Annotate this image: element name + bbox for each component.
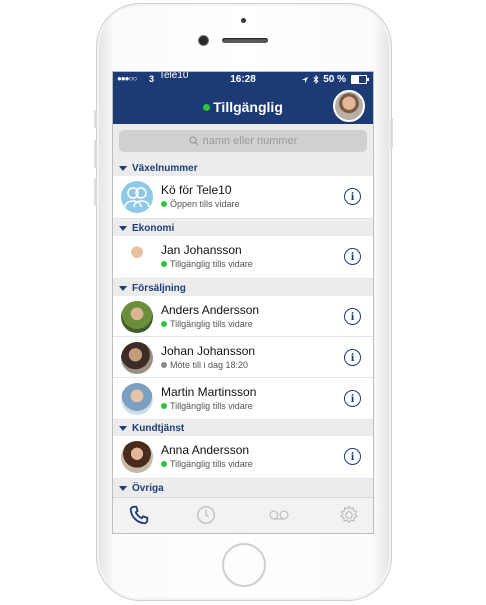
- contact-status: Öppen tills vidare: [161, 199, 240, 209]
- presence-label: Tillgänglig: [213, 99, 283, 115]
- status-dot-icon: [161, 403, 167, 409]
- status-dot-icon: [161, 321, 167, 327]
- search-bar: namn eller nummer: [113, 124, 373, 158]
- collapse-caret-icon: [119, 226, 127, 231]
- home-button[interactable]: [222, 543, 266, 587]
- clock-icon: [197, 506, 215, 524]
- gear-icon: [340, 505, 358, 524]
- contact-row[interactable]: Kö för Tele10 Öppen tills vidare i: [113, 176, 373, 219]
- tab-phone[interactable]: [127, 504, 151, 526]
- status-dot-icon: [161, 201, 167, 207]
- screen: ●●●○○ 3 Tele10 16:28 50 % Tillgänglig na…: [112, 71, 374, 534]
- info-button[interactable]: i: [344, 188, 361, 205]
- bluetooth-icon: [313, 75, 319, 84]
- contact-row[interactable]: Jan Johansson Tillgänglig tills vidare i: [113, 236, 373, 279]
- queue-group-icon: [124, 187, 150, 208]
- contact-name: Anders Andersson: [161, 303, 260, 317]
- battery-fill: [352, 76, 359, 83]
- contact-name: Jan Johansson: [161, 243, 242, 257]
- info-button[interactable]: i: [344, 390, 361, 407]
- contact-name: Martin Martinsson: [161, 385, 257, 399]
- collapse-caret-icon: [119, 486, 127, 491]
- phone-icon: [129, 505, 149, 525]
- profile-avatar[interactable]: [333, 90, 365, 122]
- contact-avatar: [121, 441, 153, 473]
- contact-status: Tillgänglig tills vidare: [161, 401, 253, 411]
- tab-bar: [113, 497, 373, 533]
- contact-status: Tillgänglig tills vidare: [161, 459, 253, 469]
- contact-avatar: [121, 342, 153, 374]
- location-arrow-icon: [302, 76, 309, 83]
- search-input[interactable]: namn eller nummer: [119, 130, 367, 152]
- section-header-kundtjanst[interactable]: Kundtjänst: [113, 421, 373, 436]
- collapse-caret-icon: [119, 286, 127, 291]
- search-icon: [189, 136, 199, 146]
- status-dot-icon: [161, 362, 167, 368]
- contact-avatar: [121, 241, 153, 273]
- tab-voicemail[interactable]: [265, 504, 293, 526]
- battery-percent: 50 %: [323, 74, 346, 85]
- info-button[interactable]: i: [344, 349, 361, 366]
- battery-icon: [351, 75, 369, 84]
- volume-button: [94, 110, 97, 128]
- collapse-caret-icon: [119, 166, 127, 171]
- contact-status: Möte till i dag 18:20: [161, 360, 248, 370]
- presence-dot-icon: [203, 104, 211, 111]
- front-camera: [199, 36, 208, 45]
- status-right: 50 %: [301, 74, 369, 85]
- contact-avatar: [121, 383, 153, 415]
- volume-button: [94, 178, 97, 206]
- voicemail-icon: [269, 510, 289, 520]
- contact-status: Tillgänglig tills vidare: [161, 319, 253, 329]
- proximity-sensor: [241, 18, 246, 23]
- status-dot-icon: [161, 261, 167, 267]
- contact-row[interactable]: Johan Johansson Möte till i dag 18:20 i: [113, 337, 373, 378]
- section-header-forsaljning[interactable]: Försäljning: [113, 281, 373, 296]
- tab-history[interactable]: [194, 504, 218, 526]
- info-button[interactable]: i: [344, 248, 361, 265]
- search-placeholder: namn eller nummer: [202, 135, 298, 147]
- section-header-vaxelnummer[interactable]: Växelnummer: [113, 161, 373, 176]
- info-button[interactable]: i: [344, 308, 361, 325]
- section-header-ekonomi[interactable]: Ekonomi: [113, 221, 373, 236]
- contact-status: Tillgänglig tills vidare: [161, 259, 253, 269]
- section-header-ovriga[interactable]: Övriga: [113, 481, 373, 496]
- contact-row[interactable]: Anders Andersson Tillgänglig tills vidar…: [113, 296, 373, 337]
- contact-row[interactable]: Anna Andersson Tillgänglig tills vidare …: [113, 436, 373, 479]
- earpiece-speaker: [222, 38, 268, 43]
- contact-name: Kö för Tele10: [161, 183, 232, 197]
- status-bar: ●●●○○ 3 Tele10 16:28 50 %: [113, 72, 373, 88]
- contact-avatar: [121, 301, 153, 333]
- tab-settings[interactable]: [337, 504, 361, 526]
- status-dot-icon: [161, 461, 167, 467]
- power-button: [390, 118, 393, 148]
- queue-avatar: [121, 181, 153, 213]
- info-button[interactable]: i: [344, 448, 361, 465]
- contact-row[interactable]: Martin Martinsson Tillgänglig tills vida…: [113, 378, 373, 420]
- contact-name: Anna Andersson: [161, 443, 250, 457]
- volume-button: [94, 140, 97, 168]
- contact-name: Johan Johansson: [161, 344, 256, 358]
- header: ●●●○○ 3 Tele10 16:28 50 % Tillgänglig: [113, 72, 373, 124]
- collapse-caret-icon: [119, 426, 127, 431]
